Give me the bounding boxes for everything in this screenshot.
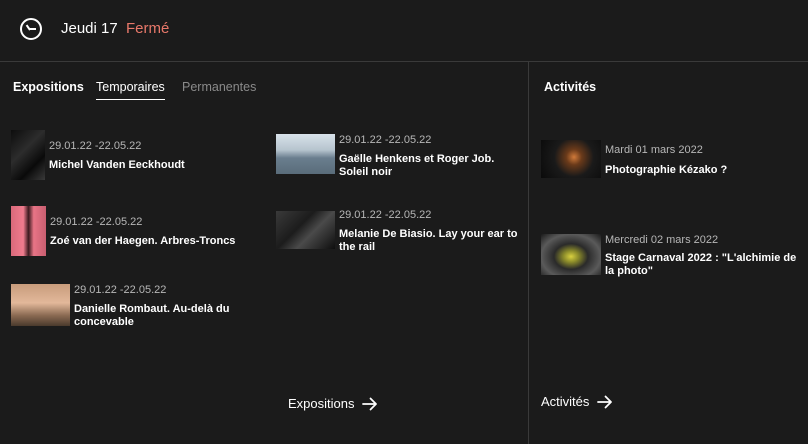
status-label: Fermé (126, 20, 170, 37)
exposition-date: 29.01.22 -22.05.22 (50, 216, 143, 228)
exposition-thumbnail (11, 206, 46, 256)
day-label: Jeudi 17 (61, 20, 118, 37)
clock-icon (20, 18, 42, 40)
exposition-thumbnail (11, 284, 70, 326)
exposition-thumbnail (11, 130, 45, 180)
top-bar: Jeudi 17 Fermé (0, 0, 808, 62)
tab-expositions[interactable]: Expositions (13, 80, 84, 94)
activite-card[interactable]: Mercredi 02 mars 2022 Stage Carnaval 202… (541, 232, 806, 277)
activites-link-label: Activités (541, 394, 590, 409)
activites-link[interactable]: Activités (541, 394, 613, 409)
exposition-title: Melanie De Biasio. Lay your ear to the r… (339, 228, 518, 253)
activite-date: Mercredi 02 mars 2022 (605, 234, 719, 246)
column-divider (528, 62, 529, 444)
arrow-right-icon (597, 395, 613, 409)
exposition-card[interactable]: 29.01.22 -22.05.22 Melanie De Biasio. La… (276, 207, 521, 257)
exposition-thumbnail (276, 134, 335, 174)
tab-permanentes[interactable]: Permanentes (182, 80, 256, 94)
expositions-link[interactable]: Expositions (288, 396, 378, 411)
exposition-card[interactable]: 29.01.22 -22.05.22 Danielle Rombaut. Au-… (11, 282, 261, 334)
exposition-date: 29.01.22 -22.05.22 (339, 134, 432, 146)
exposition-card[interactable]: 29.01.22 -22.05.22 Michel Vanden Eeckhou… (11, 128, 261, 180)
exposition-card[interactable]: 29.01.22 -22.05.22 Gaëlle Henkens et Rog… (276, 132, 521, 182)
tab-temporaires[interactable]: Temporaires (96, 80, 165, 100)
expositions-link-label: Expositions (288, 396, 355, 411)
exposition-title: Michel Vanden Eeckhoudt (49, 159, 185, 171)
activite-title: Stage Carnaval 2022 : "L'alchimie de la … (605, 252, 797, 277)
activite-thumbnail (541, 140, 601, 178)
activites-title: Activités (544, 80, 597, 94)
exposition-title: Zoé van der Haegen. Arbres-Troncs (50, 235, 236, 247)
activite-thumbnail (541, 234, 601, 275)
activite-date: Mardi 01 mars 2022 (605, 144, 703, 156)
arrow-right-icon (362, 397, 378, 411)
exposition-thumbnail (276, 211, 335, 249)
exposition-title: Gaëlle Henkens et Roger Job. Soleil noir (339, 153, 495, 178)
activite-card[interactable]: Mardi 01 mars 2022 Photographie Kézako ? (541, 138, 801, 180)
exposition-date: 29.01.22 -22.05.22 (339, 209, 432, 221)
activite-title: Photographie Kézako ? (605, 164, 728, 176)
exposition-date: 29.01.22 -22.05.22 (74, 284, 167, 296)
exposition-date: 29.01.22 -22.05.22 (49, 140, 142, 152)
exposition-card[interactable]: 29.01.22 -22.05.22 Zoé van der Haegen. A… (11, 204, 261, 256)
exposition-title: Danielle Rombaut. Au-delà du concevable (74, 303, 230, 328)
